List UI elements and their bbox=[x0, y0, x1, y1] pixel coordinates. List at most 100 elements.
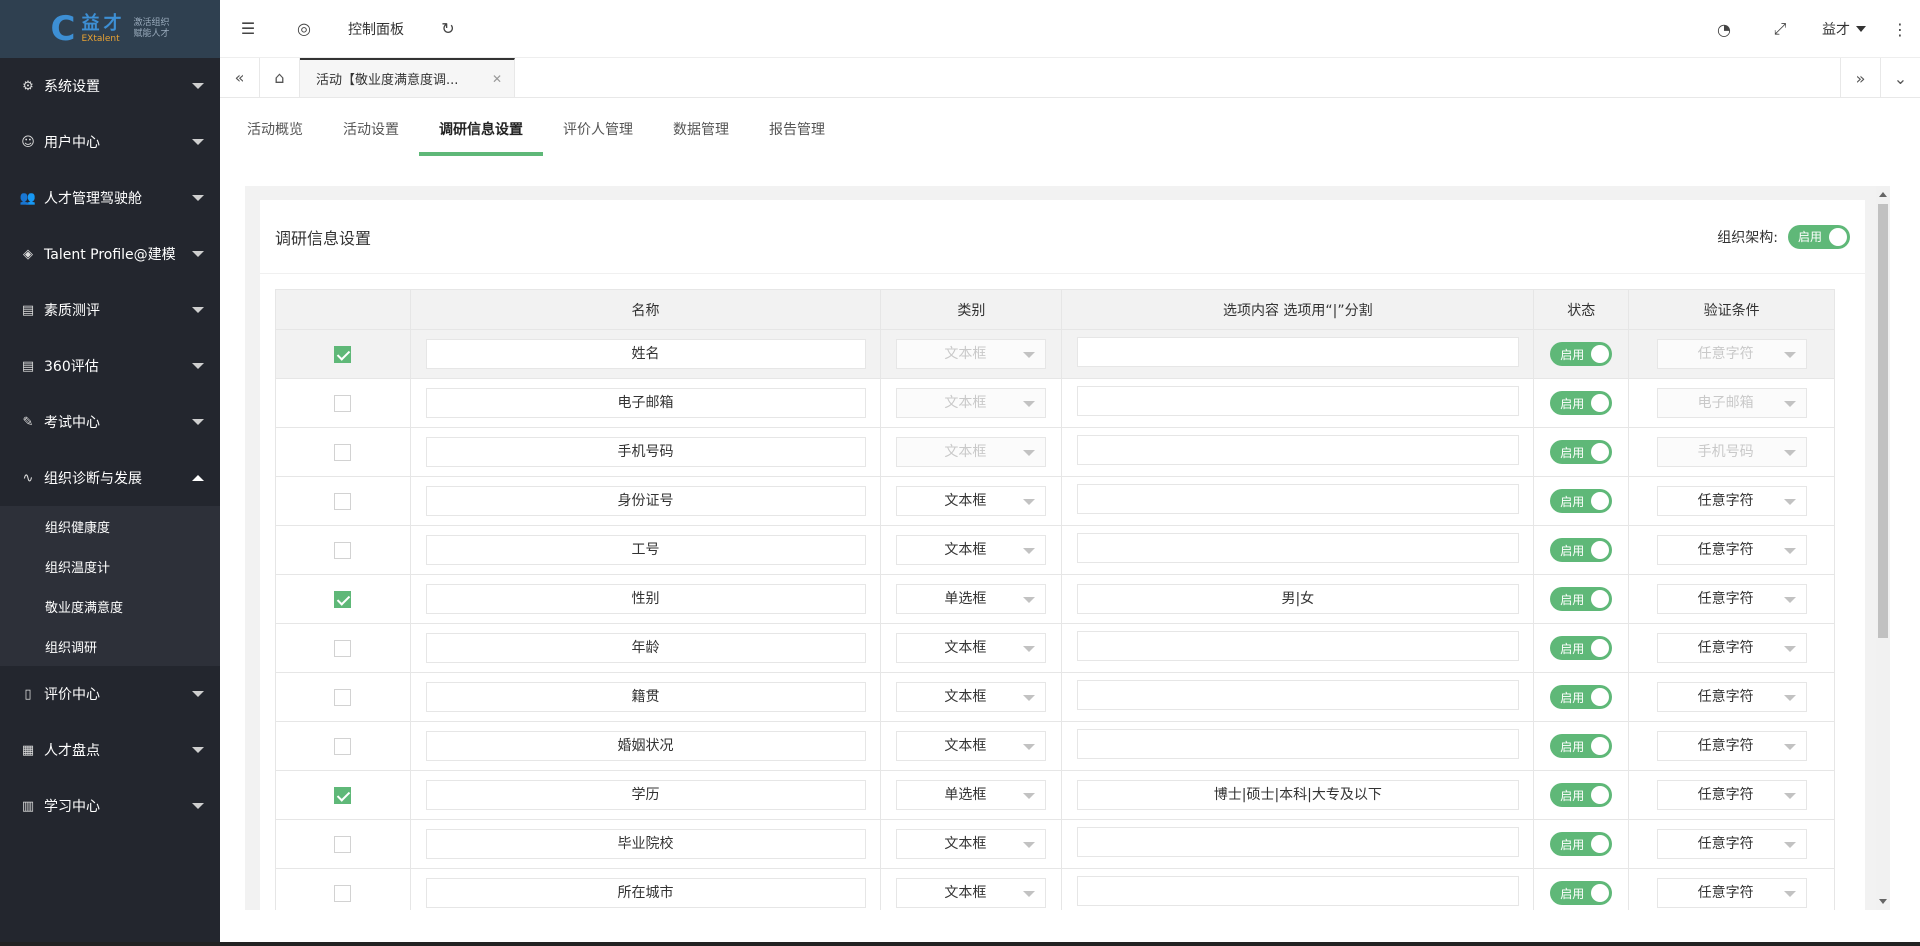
field-type-select[interactable]: 文本框 bbox=[896, 535, 1047, 565]
row-checkbox[interactable] bbox=[334, 639, 352, 657]
tab-options-icon[interactable]: ⌄ bbox=[1880, 58, 1920, 98]
options-input[interactable]: 男|女 bbox=[1076, 584, 1519, 614]
row-checkbox[interactable] bbox=[334, 541, 352, 559]
field-type-select[interactable]: 文本框 bbox=[896, 878, 1047, 908]
sub-tab[interactable]: 报告管理 bbox=[749, 110, 845, 156]
sub-tab[interactable]: 数据管理 bbox=[653, 110, 749, 156]
row-checkbox[interactable] bbox=[334, 737, 352, 755]
field-type-select[interactable]: 文本框 bbox=[896, 682, 1047, 712]
options-input[interactable] bbox=[1076, 533, 1519, 563]
options-input[interactable] bbox=[1076, 729, 1519, 759]
status-toggle[interactable]: 启用 bbox=[1550, 685, 1613, 709]
field-name-input[interactable]: 手机号码 bbox=[425, 437, 866, 467]
tab-scroll-right-icon[interactable]: » bbox=[1840, 58, 1880, 98]
options-input[interactable] bbox=[1076, 386, 1519, 416]
refresh-icon[interactable]: ↻ bbox=[420, 0, 476, 58]
validation-select[interactable]: 任意字符 bbox=[1656, 535, 1807, 565]
sidebar-item[interactable]: ▤ 360评估 bbox=[0, 338, 220, 394]
sidebar-item[interactable]: ▥ 学习中心 bbox=[0, 778, 220, 834]
sub-tab[interactable]: 活动概览 bbox=[227, 110, 323, 156]
field-type-select[interactable]: 文本框 bbox=[896, 829, 1047, 859]
options-input[interactable] bbox=[1076, 631, 1519, 661]
sidebar-item[interactable]: ▯ 评价中心 bbox=[0, 666, 220, 722]
options-input[interactable] bbox=[1076, 484, 1519, 514]
validation-select[interactable]: 任意字符 bbox=[1656, 829, 1807, 859]
status-toggle[interactable]: 启用 bbox=[1550, 489, 1613, 513]
field-name-input[interactable]: 电子邮箱 bbox=[425, 388, 866, 418]
field-type-select[interactable]: 文本框 bbox=[896, 633, 1047, 663]
field-name-input[interactable]: 学历 bbox=[425, 780, 866, 810]
options-input[interactable] bbox=[1076, 337, 1519, 367]
sidebar-item[interactable]: ✎ 考试中心 bbox=[0, 394, 220, 450]
sub-tab[interactable]: 调研信息设置 bbox=[419, 110, 543, 156]
field-name-input[interactable]: 毕业院校 bbox=[425, 829, 866, 859]
field-type-select[interactable]: 单选框 bbox=[896, 584, 1047, 614]
sidebar-item[interactable]: ∿ 组织诊断与发展 bbox=[0, 450, 220, 506]
tab-scroll-left-icon[interactable]: « bbox=[220, 58, 260, 97]
row-checkbox[interactable] bbox=[334, 443, 352, 461]
validation-select[interactable]: 任意字符 bbox=[1656, 731, 1807, 761]
menu-toggle-icon[interactable]: ☰ bbox=[220, 0, 276, 58]
row-checkbox[interactable] bbox=[334, 394, 352, 412]
options-input[interactable] bbox=[1076, 876, 1519, 906]
validation-select[interactable]: 任意字符 bbox=[1656, 633, 1807, 663]
field-name-input[interactable]: 身份证号 bbox=[425, 486, 866, 516]
field-type-select[interactable]: 文本框 bbox=[896, 486, 1047, 516]
row-checkbox[interactable] bbox=[334, 345, 352, 363]
sidebar-item[interactable]: ⚙ 系统设置 bbox=[0, 58, 220, 114]
field-name-input[interactable]: 籍贯 bbox=[425, 682, 866, 712]
field-type-select[interactable]: 文本框 bbox=[896, 731, 1047, 761]
scrollbar-thumb[interactable] bbox=[1878, 204, 1888, 638]
field-type-select[interactable]: 单选框 bbox=[896, 780, 1047, 810]
sub-tab[interactable]: 评价人管理 bbox=[543, 110, 653, 156]
status-toggle[interactable]: 启用 bbox=[1550, 587, 1613, 611]
row-checkbox[interactable] bbox=[334, 835, 352, 853]
logo[interactable]: C 益才 EXtalent 激活组织 赋能人才 bbox=[0, 0, 220, 58]
theme-icon[interactable]: ◔ bbox=[1696, 0, 1752, 58]
validation-select[interactable]: 任意字符 bbox=[1656, 584, 1807, 614]
more-vertical-icon[interactable]: ⋮ bbox=[1880, 0, 1920, 58]
field-name-input[interactable]: 工号 bbox=[425, 535, 866, 565]
options-input[interactable] bbox=[1076, 435, 1519, 465]
status-toggle[interactable]: 启用 bbox=[1550, 391, 1613, 415]
fullscreen-icon[interactable]: ⤢ bbox=[1752, 0, 1808, 58]
scrollbar[interactable] bbox=[1876, 186, 1890, 910]
validation-select[interactable]: 任意字符 bbox=[1656, 682, 1807, 712]
row-checkbox[interactable] bbox=[334, 786, 352, 804]
field-name-input[interactable]: 所在城市 bbox=[425, 878, 866, 908]
status-toggle[interactable]: 启用 bbox=[1550, 342, 1613, 366]
row-checkbox[interactable] bbox=[334, 590, 352, 608]
globe-icon[interactable]: ◎ bbox=[276, 0, 332, 58]
sidebar-item[interactable]: ◈ Talent Profile@建模 bbox=[0, 226, 220, 282]
status-toggle[interactable]: 启用 bbox=[1550, 734, 1613, 758]
row-checkbox[interactable] bbox=[334, 688, 352, 706]
field-name-input[interactable]: 年龄 bbox=[425, 633, 866, 663]
sidebar-item[interactable]: ☺ 用户中心 bbox=[0, 114, 220, 170]
scroll-down-icon[interactable] bbox=[1879, 899, 1887, 904]
field-name-input[interactable]: 姓名 bbox=[425, 339, 866, 369]
page-tab-activity[interactable]: 活动【敬业度满意度调... ✕ bbox=[300, 58, 515, 97]
validation-select[interactable]: 任意字符 bbox=[1656, 878, 1807, 908]
row-checkbox[interactable] bbox=[334, 884, 352, 902]
validation-select[interactable]: 任意字符 bbox=[1656, 486, 1807, 516]
submenu-item[interactable]: 组织健康度 bbox=[0, 506, 220, 546]
home-icon[interactable]: ⌂ bbox=[260, 58, 300, 97]
options-input[interactable] bbox=[1076, 680, 1519, 710]
sidebar-item[interactable]: ▦ 人才盘点 bbox=[0, 722, 220, 778]
status-toggle[interactable]: 启用 bbox=[1550, 636, 1613, 660]
submenu-item[interactable]: 敬业度满意度 bbox=[0, 586, 220, 626]
status-toggle[interactable]: 启用 bbox=[1550, 440, 1613, 464]
dashboard-link[interactable]: 控制面板 bbox=[332, 19, 420, 39]
submenu-item[interactable]: 组织调研 bbox=[0, 626, 220, 666]
sidebar-item[interactable]: 👥 人才管理驾驶舱 bbox=[0, 170, 220, 226]
sidebar-item[interactable]: ▤ 素质测评 bbox=[0, 282, 220, 338]
status-toggle[interactable]: 启用 bbox=[1550, 538, 1613, 562]
status-toggle[interactable]: 启用 bbox=[1550, 881, 1613, 905]
status-toggle[interactable]: 启用 bbox=[1550, 832, 1613, 856]
sub-tab[interactable]: 活动设置 bbox=[323, 110, 419, 156]
close-icon[interactable]: ✕ bbox=[492, 72, 502, 86]
scroll-up-icon[interactable] bbox=[1879, 192, 1887, 197]
field-name-input[interactable]: 婚姻状况 bbox=[425, 731, 866, 761]
user-menu[interactable]: 益才 bbox=[1808, 19, 1880, 39]
options-input[interactable] bbox=[1076, 827, 1519, 857]
